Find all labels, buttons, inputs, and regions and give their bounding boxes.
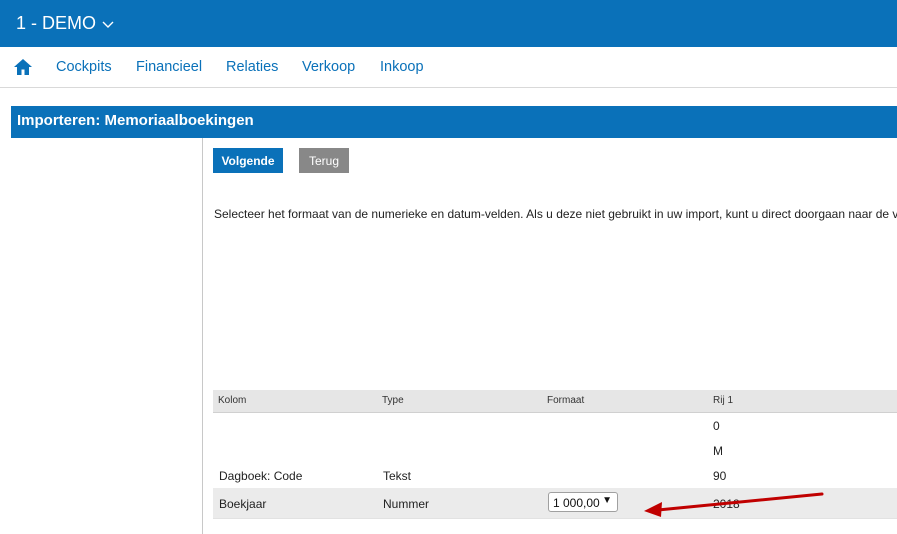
format-select[interactable]: 1 000,00 ▼	[548, 492, 618, 512]
cell-type: Nummer	[383, 497, 430, 511]
chevron-down-icon	[102, 21, 114, 28]
table-row: Dagboek: Code Tekst 90	[213, 463, 897, 489]
nav-item-verkoop[interactable]: Verkoop	[302, 59, 355, 75]
top-bar: 1 - DEMO	[0, 0, 897, 47]
nav-item-inkoop[interactable]: Inkoop	[380, 59, 424, 75]
nav-item-relaties[interactable]: Relaties	[226, 59, 278, 75]
caret-down-icon: ▼	[602, 495, 612, 506]
format-select-value: 1 000,00	[553, 496, 600, 510]
import-grid: Kolom Type Formaat Rij 1 0 M Dagboek: Co…	[213, 390, 897, 534]
header-type: Type	[382, 395, 404, 406]
table-row: 0	[213, 413, 897, 439]
nav-item-cockpits[interactable]: Cockpits	[56, 59, 112, 75]
header-kolom: Kolom	[218, 395, 247, 406]
grid-header: Kolom Type Formaat Rij 1	[213, 390, 897, 413]
cell-rij1: 2018	[713, 497, 740, 511]
company-name: 1 - DEMO	[16, 13, 97, 33]
page-header: Importeren: Memoriaalboekingen	[11, 106, 897, 138]
cell-rij1: 90	[713, 469, 727, 483]
main-nav: Cockpits Financieel Relaties Verkoop Ink…	[0, 47, 897, 88]
cell-kolom: Dagboek: Code	[219, 469, 303, 483]
page-title: Importeren: Memoriaalboekingen	[17, 112, 254, 129]
cell-type: Tekst	[383, 469, 412, 483]
instruction-text: Selecteer het formaat van de numerieke e…	[214, 207, 897, 221]
table-row: M	[213, 438, 897, 464]
left-panel	[11, 138, 203, 534]
cell-rij1: 0	[713, 419, 720, 433]
nav-item-financieel[interactable]: Financieel	[136, 59, 202, 75]
cell-rij1: M	[713, 444, 723, 458]
home-icon[interactable]	[13, 57, 33, 77]
table-row: Boekjaar Nummer 1 000,00 ▼ 2018	[213, 488, 897, 519]
header-formaat: Formaat	[547, 395, 585, 406]
company-selector[interactable]: 1 - DEMO	[16, 13, 114, 34]
header-rij1: Rij 1	[713, 395, 734, 406]
back-button[interactable]: Terug	[299, 148, 349, 173]
cell-kolom: Boekjaar	[219, 497, 267, 511]
next-button[interactable]: Volgende	[213, 148, 283, 173]
